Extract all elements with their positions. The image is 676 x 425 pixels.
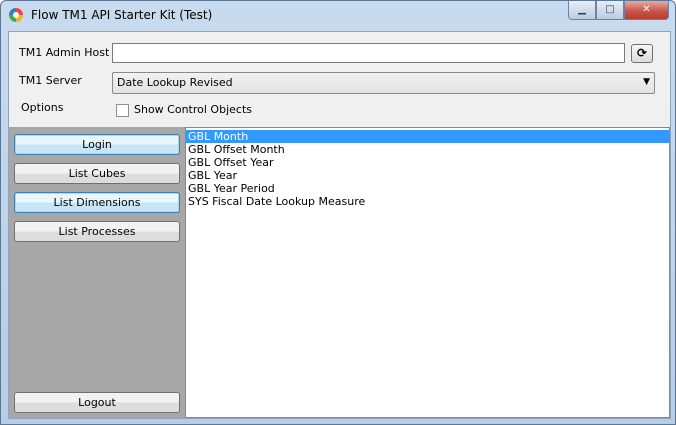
maximize-button[interactable]: □ — [596, 1, 624, 20]
window-controls: ▁ □ ✕ — [568, 1, 669, 20]
list-processes-button[interactable]: List Processes — [14, 221, 180, 242]
list-dimensions-button[interactable]: List Dimensions — [14, 192, 180, 213]
server-dropdown-value: Date Lookup Revised — [117, 76, 233, 89]
results-list[interactable]: GBL Month GBL Offset Month GBL Offset Ye… — [185, 127, 670, 418]
admin-host-label: TM1 Admin Host — [19, 46, 110, 59]
show-control-objects-checkbox[interactable] — [116, 104, 129, 117]
app-logo-icon — [9, 8, 23, 22]
list-cubes-button[interactable]: List Cubes — [14, 163, 180, 184]
close-button[interactable]: ✕ — [624, 1, 669, 20]
chevron-down-icon: ▼ — [643, 77, 650, 87]
list-item[interactable]: GBL Year — [186, 169, 669, 182]
list-item[interactable]: GBL Month — [186, 130, 669, 143]
list-item[interactable]: GBL Offset Month — [186, 143, 669, 156]
app-window: Flow TM1 API Starter Kit (Test) ▁ □ ✕ TM… — [0, 0, 676, 425]
action-panel: Login List Cubes List Dimensions List Pr… — [9, 127, 185, 418]
title-bar[interactable]: Flow TM1 API Starter Kit (Test) ▁ □ ✕ — [1, 1, 675, 29]
list-item[interactable]: GBL Offset Year — [186, 156, 669, 169]
logout-button[interactable]: Logout — [14, 392, 180, 413]
server-dropdown[interactable]: Date Lookup Revised ▼ — [112, 72, 655, 94]
admin-host-input[interactable] — [112, 43, 625, 63]
client-area: TM1 Admin Host ⟳ TM1 Server Date Lookup … — [8, 31, 671, 419]
options-label: Options — [21, 101, 64, 114]
list-item[interactable]: GBL Year Period — [186, 182, 669, 195]
refresh-icon: ⟳ — [636, 46, 648, 60]
server-label: TM1 Server — [19, 74, 82, 87]
minimize-button[interactable]: ▁ — [568, 1, 596, 20]
refresh-button[interactable]: ⟳ — [631, 44, 653, 63]
login-button[interactable]: Login — [14, 134, 180, 155]
show-control-objects-label[interactable]: Show Control Objects — [134, 103, 252, 116]
window-title: Flow TM1 API Starter Kit (Test) — [31, 8, 213, 22]
list-item[interactable]: SYS Fiscal Date Lookup Measure — [186, 195, 669, 208]
